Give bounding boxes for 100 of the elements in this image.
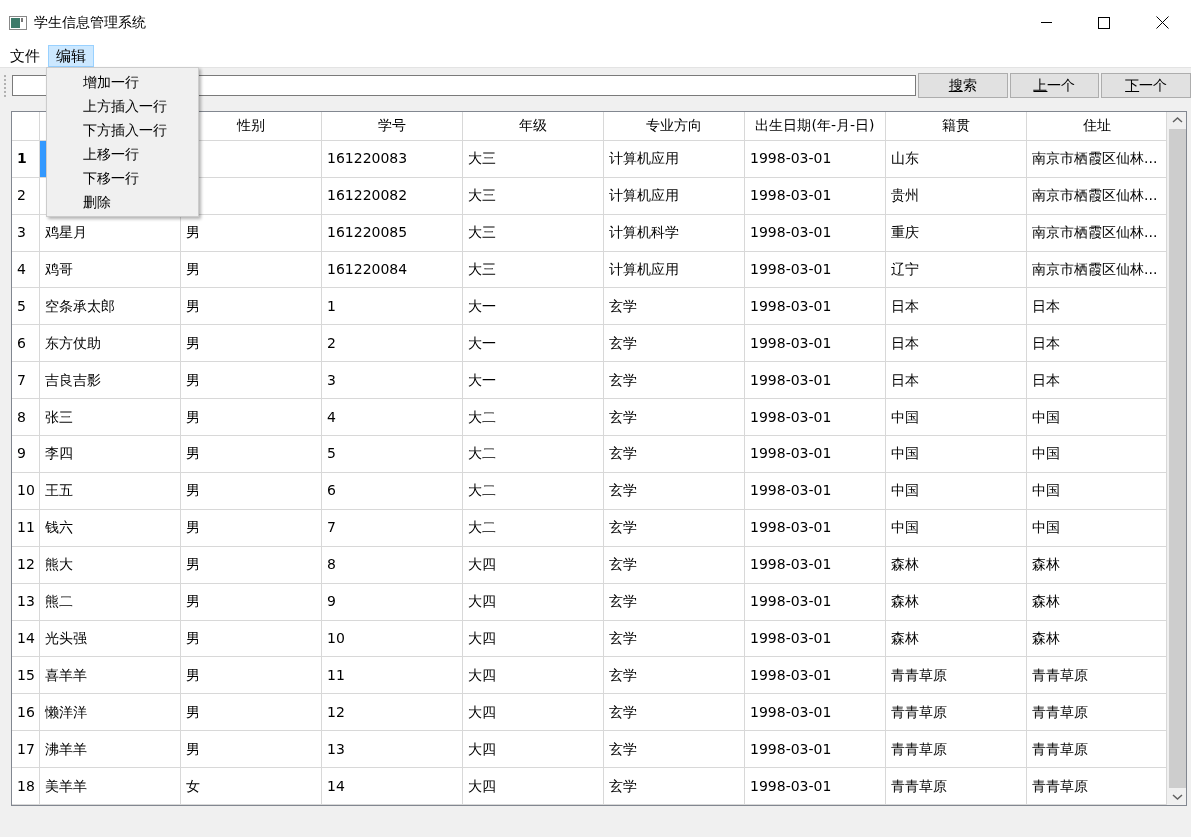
row-header[interactable]: 8: [12, 399, 40, 437]
table-cell: 4: [322, 399, 463, 437]
table-cell: 玄学: [604, 694, 745, 732]
table-cell: 男: [181, 472, 322, 510]
row-header[interactable]: 17: [12, 731, 40, 769]
menu-bar-item[interactable]: 编辑: [48, 45, 94, 67]
row-header[interactable]: 4: [12, 251, 40, 289]
table-cell: 1998-03-01: [745, 620, 886, 658]
table-cell: 7: [322, 509, 463, 547]
table-cell: 1998-03-01: [745, 472, 886, 510]
table-cell: 大三: [463, 177, 604, 215]
toolbar-button[interactable]: 下一个: [1101, 73, 1191, 98]
table-cell: 日本: [886, 362, 1027, 400]
table-cell: 1998-03-01: [745, 731, 886, 769]
table-cell: 计算机科学: [604, 214, 745, 252]
table-cell: 计算机应用: [604, 177, 745, 215]
table-cell: 日本: [886, 288, 1027, 326]
table-cell: 玄学: [604, 399, 745, 437]
table-cell: 中国: [886, 399, 1027, 437]
table-cell: 男: [181, 325, 322, 363]
minimize-icon: [1040, 22, 1052, 23]
column-header[interactable]: 年级: [463, 112, 604, 141]
table-cell: 14: [322, 768, 463, 805]
table-cell: 青青草原: [886, 768, 1027, 805]
table-cell: 1998-03-01: [745, 583, 886, 621]
menu-bar-item[interactable]: 文件: [2, 45, 48, 67]
table-cell: 森林: [886, 583, 1027, 621]
toolbar-button[interactable]: 上一个: [1009, 73, 1100, 98]
toolbar-handle-icon[interactable]: [4, 74, 7, 97]
row-header[interactable]: 9: [12, 436, 40, 473]
menu-item[interactable]: 增加一行: [47, 70, 198, 94]
table-cell: 1998-03-01: [745, 694, 886, 732]
table-cell: 日本: [886, 325, 1027, 363]
corner-cell[interactable]: [12, 112, 40, 141]
column-header[interactable]: 籍贯: [886, 112, 1027, 141]
table-cell: 1998-03-01: [745, 177, 886, 215]
table-cell: 男: [181, 620, 322, 658]
row-header[interactable]: 12: [12, 546, 40, 584]
table-cell: 大四: [463, 731, 604, 769]
table-cell: 男: [181, 436, 322, 473]
table-cell: 大二: [463, 399, 604, 437]
table-cell: 张三: [40, 399, 181, 437]
toolbar-button[interactable]: 搜索: [917, 73, 1008, 98]
row-header[interactable]: 14: [12, 620, 40, 658]
table-cell: 10: [322, 620, 463, 658]
table-cell: 1998-03-01: [745, 251, 886, 289]
table-cell: 玄学: [604, 583, 745, 621]
table-cell: 11: [322, 657, 463, 695]
table-cell: 9: [322, 583, 463, 621]
menu-item[interactable]: 上移一行: [47, 142, 198, 166]
row-header[interactable]: 13: [12, 583, 40, 621]
menu-item[interactable]: 下移一行: [47, 166, 198, 190]
row-header[interactable]: 5: [12, 288, 40, 326]
table-cell: 3: [322, 362, 463, 400]
window-title: 学生信息管理系统: [34, 13, 146, 32]
table-cell: 计算机应用: [604, 140, 745, 178]
table-cell: 大三: [463, 140, 604, 178]
table-cell: 6: [322, 472, 463, 510]
row-header[interactable]: 10: [12, 472, 40, 510]
table-cell: 森林: [886, 546, 1027, 584]
menu-item[interactable]: 删除: [47, 190, 198, 214]
table-cell: 大四: [463, 694, 604, 732]
table-cell: 玄学: [604, 620, 745, 658]
table-cell: 沸羊羊: [40, 731, 181, 769]
table-cell: 大一: [463, 362, 604, 400]
column-header[interactable]: 专业方向: [604, 112, 745, 141]
table-cell: 大一: [463, 325, 604, 363]
table-cell: 1998-03-01: [745, 546, 886, 584]
column-header[interactable]: 学号: [322, 112, 463, 141]
row-header[interactable]: 3: [12, 214, 40, 252]
table-cell: 1: [322, 288, 463, 326]
table-cell: 1998-03-01: [745, 325, 886, 363]
table-cell: 大二: [463, 436, 604, 473]
table-cell: 重庆: [886, 214, 1027, 252]
row-header[interactable]: 6: [12, 325, 40, 363]
table-cell: 玄学: [604, 768, 745, 805]
table-cell: 男: [181, 731, 322, 769]
row-header[interactable]: 16: [12, 694, 40, 732]
table-cell: 1998-03-01: [745, 399, 886, 437]
table-cell: 熊二: [40, 583, 181, 621]
row-header[interactable]: 18: [12, 768, 40, 805]
column-header[interactable]: 出生日期(年-月-日): [745, 112, 886, 141]
table-cell: 山东: [886, 140, 1027, 178]
table-cell: 中国: [886, 436, 1027, 473]
table-cell: 中国: [886, 509, 1027, 547]
table-cell: 大一: [463, 288, 604, 326]
table-cell: 男: [181, 362, 322, 400]
table-cell: 贵州: [886, 177, 1027, 215]
row-header[interactable]: 7: [12, 362, 40, 400]
table-cell: 辽宁: [886, 251, 1027, 289]
row-header[interactable]: 15: [12, 657, 40, 695]
table-cell: 13: [322, 731, 463, 769]
table-cell: 男: [181, 657, 322, 695]
table-cell: 161220085: [322, 214, 463, 252]
table-cell: 李四: [40, 436, 181, 473]
table-cell: 玄学: [604, 288, 745, 326]
row-header[interactable]: 11: [12, 509, 40, 547]
table-cell: 大四: [463, 768, 604, 805]
table-cell: 大二: [463, 472, 604, 510]
row-header[interactable]: 2: [12, 177, 40, 215]
